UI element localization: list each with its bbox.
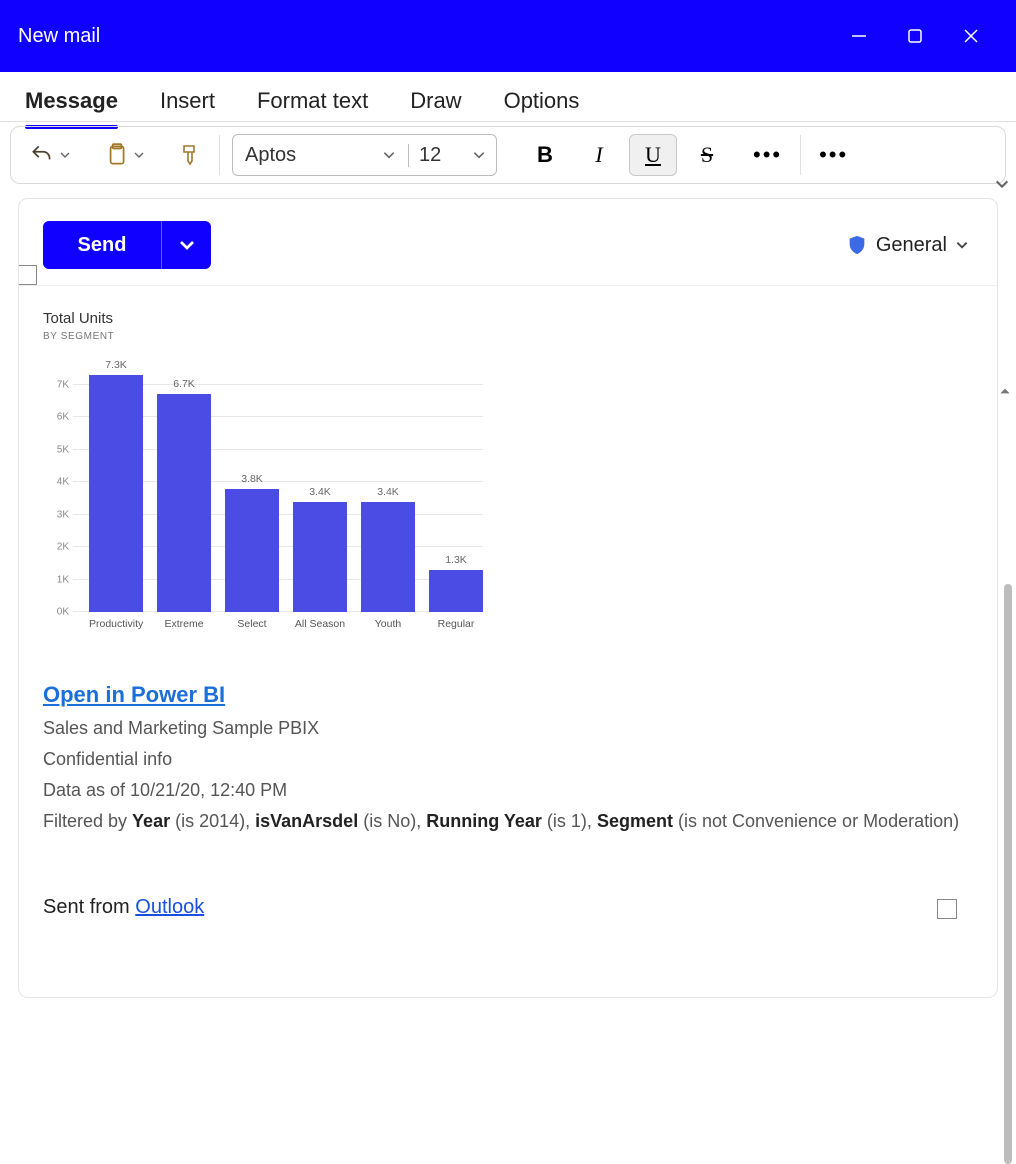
sensitivity-label: General	[876, 234, 947, 257]
font-selector[interactable]: Aptos 12	[232, 134, 497, 176]
report-name-text: Sales and Marketing Sample PBIX	[43, 718, 973, 739]
maximize-button[interactable]	[904, 25, 926, 47]
chart-bar: 3.4KAll Season	[293, 352, 347, 612]
more-formatting-button[interactable]: •••	[747, 135, 788, 175]
embedded-chart: Total Units BY SEGMENT 0K1K2K3K4K5K6K7K …	[43, 310, 483, 670]
filter-summary-text: Filtered by Year (is 2014), isVanArsdel …	[43, 811, 973, 832]
signature-outlook-link[interactable]: Outlook	[135, 896, 204, 918]
chart-bar: 3.4KYouth	[361, 352, 415, 612]
clipboard-button[interactable]	[97, 135, 151, 175]
tab-options[interactable]: Options	[504, 82, 580, 120]
window-titlebar: New mail	[0, 0, 1016, 72]
send-split-button: Send	[43, 221, 211, 269]
sensitivity-dropdown[interactable]: General	[846, 234, 969, 257]
scrollbar-thumb[interactable]	[1004, 584, 1012, 1164]
chart-y-axis: 0K1K2K3K4K5K6K7K	[43, 352, 73, 612]
bar-category-label: All Season	[293, 618, 347, 630]
tab-message[interactable]: Message	[25, 82, 118, 120]
y-tick-label: 2K	[57, 542, 69, 553]
ribbon-toolbar: Aptos 12 B I U S ••• •••	[10, 126, 1006, 184]
bar-value-label: 6.7K	[173, 378, 195, 390]
send-dropdown-button[interactable]	[161, 221, 211, 269]
bar-value-label: 7.3K	[105, 359, 127, 371]
bar-category-label: Extreme	[157, 618, 211, 630]
format-painter-button[interactable]	[171, 135, 207, 175]
classification-text: Confidential info	[43, 749, 973, 770]
bar-category-label: Productivity	[89, 618, 143, 630]
italic-button[interactable]: I	[575, 134, 623, 176]
tab-format-text[interactable]: Format text	[257, 82, 368, 120]
chevron-down-icon	[955, 238, 969, 252]
y-tick-label: 7K	[57, 379, 69, 390]
bar-value-label: 1.3K	[445, 554, 467, 566]
bar-category-label: Youth	[361, 618, 415, 630]
y-tick-label: 1K	[57, 574, 69, 585]
filter-field: Year	[132, 811, 170, 831]
scroll-up-arrow[interactable]	[998, 384, 1012, 398]
send-button[interactable]: Send	[43, 221, 161, 269]
chart-bar: 7.3KProductivity	[89, 352, 143, 612]
y-tick-label: 3K	[57, 509, 69, 520]
compose-panel: Send General Total Units BY SEGMENT 0K 1K…	[18, 198, 998, 998]
window-title: New mail	[18, 25, 848, 48]
chart-bar: 1.3KRegular	[429, 352, 483, 612]
strikethrough-button[interactable]: S	[683, 134, 731, 176]
image-resize-handle[interactable]	[937, 899, 957, 919]
filter-field: Running Year	[426, 811, 542, 831]
bar-category-label: Regular	[429, 618, 483, 630]
filter-field: isVanArsdel	[255, 811, 358, 831]
signature-line: Sent from Outlook	[43, 896, 973, 919]
bar-value-label: 3.4K	[309, 486, 331, 498]
bar-category-label: Select	[225, 618, 279, 630]
ellipsis-icon: •••	[753, 142, 782, 168]
font-size-value: 12	[419, 144, 441, 167]
minimize-button[interactable]	[848, 25, 870, 47]
message-body[interactable]: Total Units BY SEGMENT 0K1K2K3K4K5K6K7K …	[19, 286, 997, 929]
chart-bar: 6.7KExtreme	[157, 352, 211, 612]
y-tick-label: 0K	[57, 607, 69, 618]
chart-bar: 3.8KSelect	[225, 352, 279, 612]
attachment-placeholder	[18, 265, 37, 285]
data-asof-text: Data as of 10/21/20, 12:40 PM	[43, 780, 973, 801]
bar-value-label: 3.8K	[241, 473, 263, 485]
undo-button[interactable]	[23, 135, 77, 175]
y-tick-label: 5K	[57, 444, 69, 455]
chart-bars: 7.3KProductivity 6.7KExtreme 3.8KSelect 3.4…	[83, 352, 483, 612]
shield-icon	[846, 234, 868, 256]
bold-button[interactable]: B	[521, 134, 569, 176]
close-button[interactable]	[960, 25, 982, 47]
tab-insert[interactable]: Insert	[160, 82, 215, 120]
ellipsis-icon: •••	[819, 142, 848, 168]
chart-title: Total Units	[43, 310, 483, 327]
chart-subtitle: BY SEGMENT	[43, 331, 483, 342]
more-commands-button[interactable]: •••	[813, 135, 854, 175]
underline-button[interactable]: U	[629, 134, 677, 176]
y-tick-label: 4K	[57, 477, 69, 488]
font-name-value: Aptos	[245, 144, 296, 167]
tab-draw[interactable]: Draw	[410, 82, 461, 120]
open-in-powerbi-link[interactable]: Open in Power BI	[43, 682, 973, 708]
y-tick-label: 6K	[57, 412, 69, 423]
filter-field: Segment	[597, 811, 673, 831]
ribbon-tabs: Message Insert Format text Draw Options	[0, 72, 1016, 122]
bar-value-label: 3.4K	[377, 486, 399, 498]
font-size-selector[interactable]: 12	[408, 144, 496, 167]
signature-prefix: Sent from	[43, 896, 135, 918]
